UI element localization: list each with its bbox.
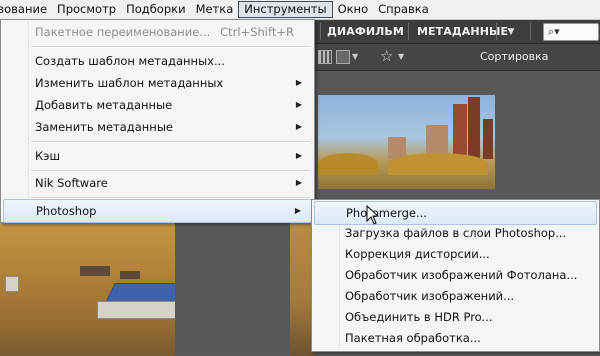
menu-item-label: Обработчик изображений Фотолана... <box>345 268 578 282</box>
menu-item-create-metadata-template[interactable]: Создать шаблон метаданных... <box>3 50 312 72</box>
workspace-dropdown-icon[interactable]: ▼ <box>502 25 520 39</box>
tools-menu: Пакетное переименование... Ctrl+Shift+R … <box>0 19 315 223</box>
photoshop-submenu: Photomerge... Загрузка файлов в слои Pho… <box>311 199 600 352</box>
submenu-arrow-icon: ▶ <box>295 178 302 187</box>
search-input[interactable]: ⌕▾ <box>543 23 599 41</box>
menu-item-label: Обработчик изображений... <box>345 289 515 303</box>
menu-separator <box>31 141 310 143</box>
menu-separator <box>31 46 310 48</box>
sort-dropdown[interactable]: Сортировка Вручную <box>480 44 600 89</box>
photo-thumbnail[interactable] <box>0 221 175 356</box>
mouse-cursor-icon <box>366 205 380 225</box>
toolbar-divider <box>408 23 409 40</box>
menu-collections[interactable]: Подборки <box>121 1 190 18</box>
view-mode-icon[interactable] <box>336 50 350 64</box>
menu-item-label: Объединить в HDR Pro... <box>345 310 493 324</box>
toolbar-divider <box>530 23 531 40</box>
menu-item-shortcut: Ctrl+Shift+R <box>220 25 294 39</box>
menu-browse[interactable]: Просмотр <box>52 1 121 18</box>
menu-bar: зование Просмотр Подборки Метка Инструме… <box>0 0 600 20</box>
menu-item-label: Photoshop <box>36 204 97 218</box>
menu-label[interactable]: Метка <box>191 1 239 18</box>
menu-item-edit-metadata-template[interactable]: Изменить шаблон метаданных ▶ <box>3 72 312 94</box>
submenu-arrow-icon: ▶ <box>295 78 302 87</box>
truck-shape <box>120 271 140 279</box>
menu-help[interactable]: Справка <box>373 1 434 18</box>
menu-item-batch-rename[interactable]: Пакетное переименование... Ctrl+Shift+R <box>3 21 312 43</box>
tab-filmstrip[interactable]: ДИАФИЛЬМ <box>327 20 404 43</box>
menu-item-photoshop[interactable]: Photoshop ▶ <box>3 199 312 223</box>
star-icon[interactable]: ☆ <box>380 47 393 65</box>
menu-item-label: Кэш <box>35 149 60 163</box>
menu-item-append-metadata[interactable]: Добавить метаданные ▶ <box>3 94 312 116</box>
menu-item-image-processor[interactable]: Обработчик изображений... <box>314 285 597 307</box>
chevron-down-icon[interactable]: ▼ <box>352 52 358 61</box>
menu-item-label: Загрузка файлов в слои Photoshop... <box>345 226 567 240</box>
truck-shape <box>80 266 110 276</box>
tree-shape <box>318 153 378 175</box>
menu-item-label: Пакетное переименование... <box>35 25 211 39</box>
menu-item-image-processor-fotolana[interactable]: Обработчик изображений Фотолана... <box>314 264 597 286</box>
submenu-arrow-icon: ▶ <box>295 151 302 160</box>
menu-item-label: Заменить метаданные <box>35 120 173 134</box>
roof-shape <box>105 283 175 303</box>
submenu-arrow-icon: ▶ <box>295 100 302 109</box>
shed-shape <box>97 301 175 319</box>
submenu-arrow-icon: ▶ <box>294 206 301 215</box>
menu-item-cache[interactable]: Кэш ▶ <box>3 145 312 167</box>
menu-item-label: Nik Software <box>35 176 108 190</box>
menu-item-label: Создать шаблон метаданных... <box>35 54 225 68</box>
building-shape <box>483 119 493 159</box>
menu-item-load-files-into-layers[interactable]: Загрузка файлов в слои Photoshop... <box>314 222 597 244</box>
shed-shape <box>5 276 19 292</box>
menu-item-batch[interactable]: Пакетная обработка... <box>314 327 597 349</box>
menu-window[interactable]: Окно <box>333 1 374 18</box>
toolbar-divider <box>320 23 321 40</box>
menu-item-lens-correction[interactable]: Коррекция дисторсии... <box>314 243 597 265</box>
menu-tools[interactable]: Инструменты <box>238 1 333 18</box>
search-icon: ⌕▾ <box>548 25 560 38</box>
thumbnail-quality-icon[interactable] <box>318 50 332 64</box>
menu-item-label: Коррекция дисторсии... <box>345 247 490 261</box>
menu-item-label: Photomerge... <box>346 206 427 220</box>
menu-item-label: Добавить метаданные <box>35 98 173 112</box>
menu-view-partial[interactable]: зование <box>0 1 52 18</box>
menu-item-nik-software[interactable]: Nik Software ▶ <box>3 172 312 194</box>
tab-metadata[interactable]: МЕТАДАННЫЕ <box>417 20 508 43</box>
menu-item-label: Изменить шаблон метаданных <box>35 76 224 90</box>
toolbar-divider <box>496 23 497 40</box>
building-shape <box>453 104 467 159</box>
menu-item-label: Пакетная обработка... <box>345 331 481 345</box>
chevron-down-icon[interactable]: ▼ <box>398 52 404 61</box>
photo-thumbnail[interactable] <box>318 95 495 189</box>
menu-item-replace-metadata[interactable]: Заменить метаданные ▶ <box>3 116 312 138</box>
menu-item-merge-to-hdr-pro[interactable]: Объединить в HDR Pro... <box>314 306 597 328</box>
submenu-arrow-icon: ▶ <box>295 122 302 131</box>
tree-shape <box>388 153 488 175</box>
building-shape <box>468 97 480 159</box>
